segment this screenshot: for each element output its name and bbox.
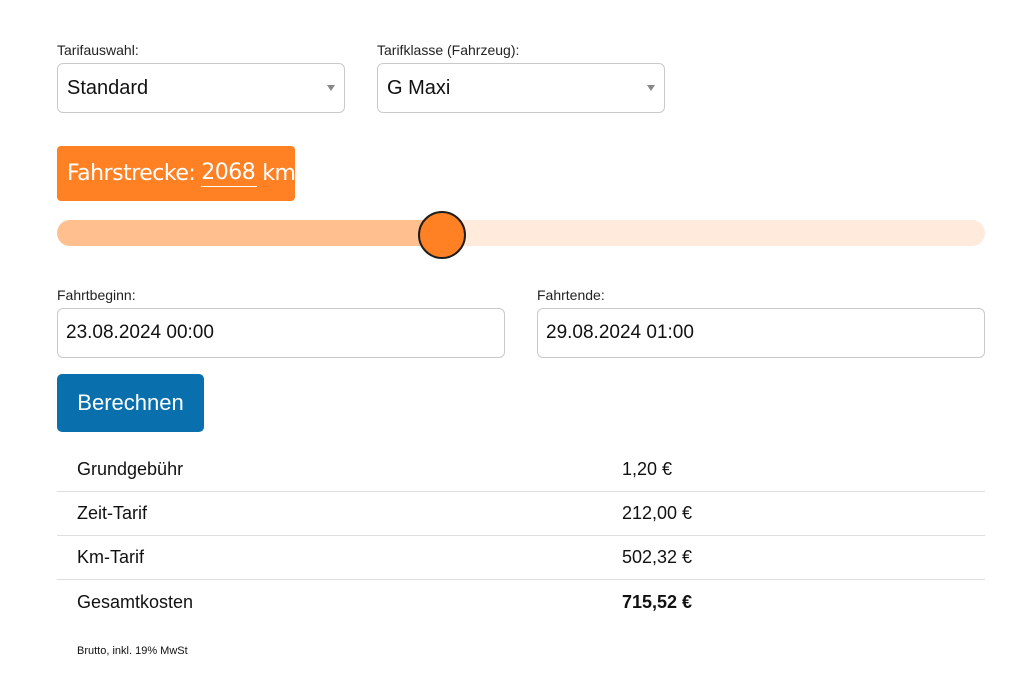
tariff-calculator: Tarifauswahl: Standard Tarifklasse (Fahr… [0, 0, 1009, 684]
trip-end-label: Fahrtende: [537, 287, 605, 303]
tariff-select[interactable]: Standard [57, 63, 345, 113]
result-label: Zeit-Tarif [77, 503, 148, 523]
result-label: Km-Tarif [77, 547, 144, 567]
vehicle-class-select[interactable]: G Maxi [377, 63, 665, 113]
result-label: Gesamtkosten [77, 591, 194, 612]
trip-start-value: 23.08.2024 00:00 [66, 322, 214, 343]
distance-label: Fahrstrecke: [67, 161, 196, 186]
result-value: 502,32 € [622, 547, 693, 567]
distance-unit: km [262, 161, 296, 186]
trip-start-label: Fahrtbeginn: [57, 287, 136, 303]
result-value: 1,20 € [622, 459, 673, 479]
result-total-value: 715,52 € [622, 591, 693, 612]
trip-end-value: 29.08.2024 01:00 [546, 322, 694, 343]
distance-slider-fill [57, 220, 443, 246]
distance-badge: Fahrstrecke: 2068 km [57, 146, 296, 201]
results-table: Grundgebühr 1,20 € Zeit-Tarif 212,00 € K… [57, 448, 985, 624]
distance-slider-handle[interactable] [418, 211, 467, 259]
dropdown-arrow-icon [647, 85, 655, 91]
result-label: Grundgebühr [77, 459, 184, 479]
trip-start-input[interactable]: 23.08.2024 00:00 [57, 308, 505, 358]
tariff-select-value: Standard [67, 76, 149, 99]
result-row-total: Gesamtkosten 715,52 € [57, 580, 985, 624]
tariff-select-label: Tarifauswahl: [57, 42, 139, 58]
distance-slider-track[interactable] [57, 220, 985, 246]
vehicle-class-select-label: Tarifklasse (Fahrzeug): [377, 42, 520, 58]
vehicle-class-select-value: G Maxi [387, 76, 451, 99]
tax-footnote: Brutto, inkl. 19% MwSt [77, 645, 188, 657]
dropdown-arrow-icon [327, 85, 335, 91]
result-row-base-fee: Grundgebühr 1,20 € [57, 448, 985, 492]
calculate-button[interactable]: Berechnen [57, 374, 204, 432]
result-value: 212,00 € [622, 503, 693, 523]
trip-end-input[interactable]: 29.08.2024 01:00 [537, 308, 985, 358]
distance-input[interactable]: 2068 [201, 160, 258, 187]
result-row-time-tariff: Zeit-Tarif 212,00 € [57, 492, 985, 536]
result-row-km-tariff: Km-Tarif 502,32 € [57, 536, 985, 580]
